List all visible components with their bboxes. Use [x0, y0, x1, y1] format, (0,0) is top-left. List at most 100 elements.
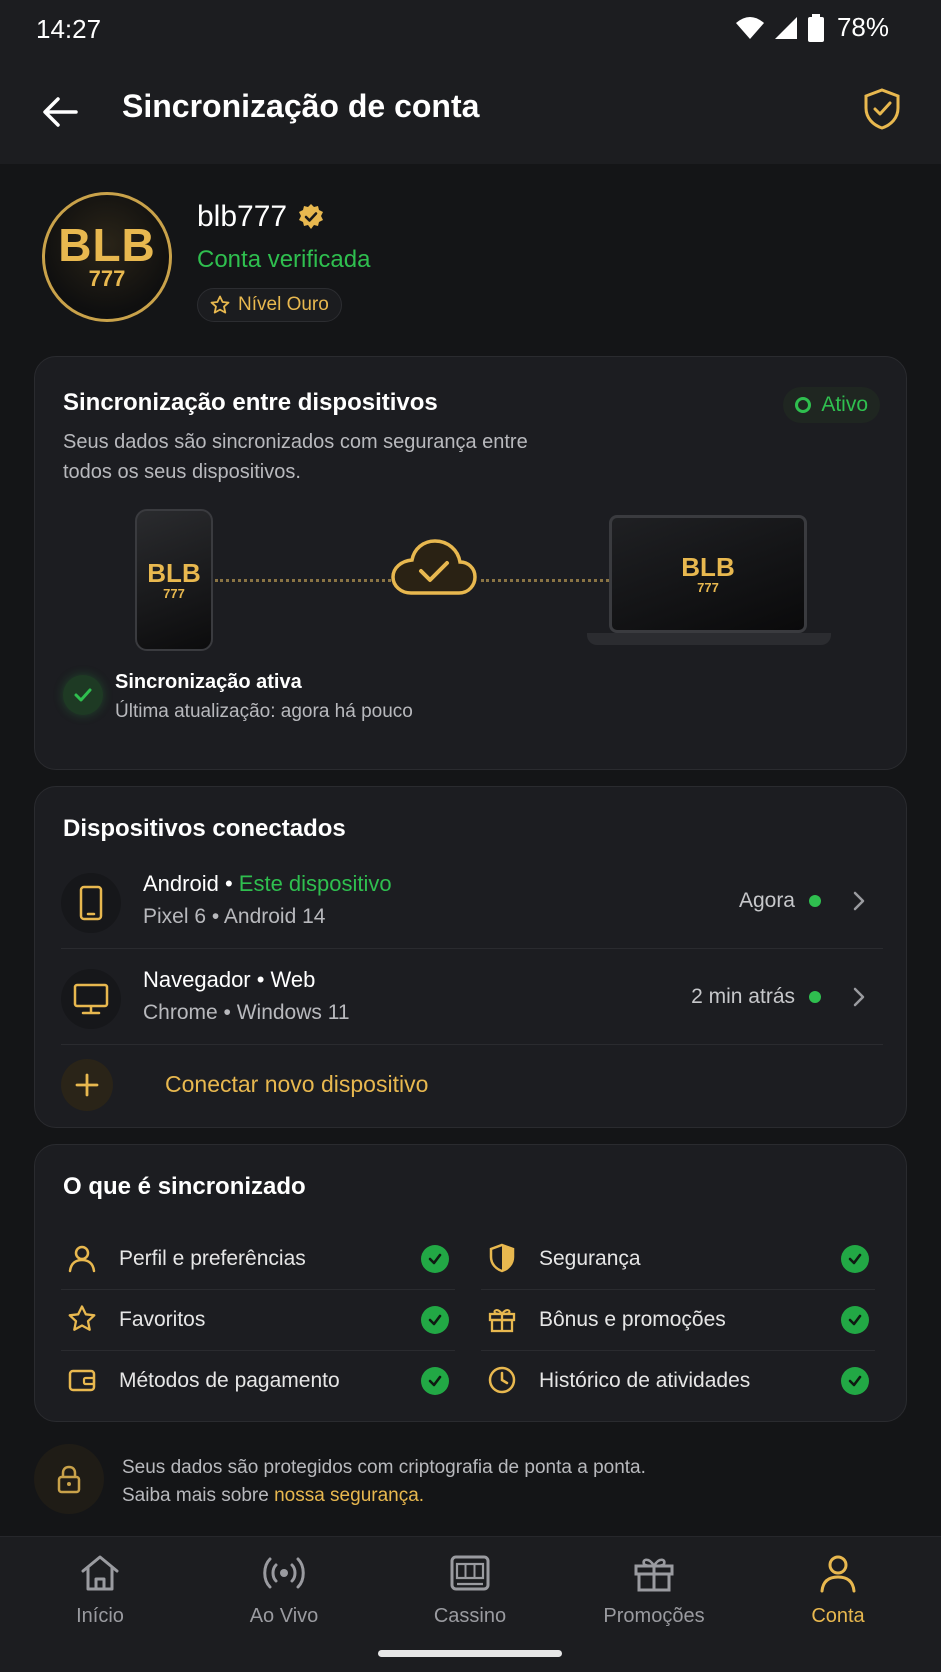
- laptop-logo-number: 777: [697, 579, 719, 595]
- device-row-web[interactable]: Navegador • Web Chrome • Windows 11 2 mi…: [61, 949, 883, 1045]
- check-icon: [421, 1367, 449, 1395]
- synced-items-card: O que é sincronizado Perfil e preferênci…: [34, 1144, 907, 1422]
- sync-status: Sincronização ativa Última atualização: …: [63, 669, 663, 729]
- connected-devices-card: Dispositivos conectados Android • Este d…: [34, 786, 907, 1128]
- connect-new-device-button[interactable]: Conectar novo dispositivo: [61, 1059, 661, 1113]
- device-last-seen-text: 2 min atrás: [691, 985, 795, 1008]
- plus-icon: [61, 1059, 113, 1111]
- live-broadcast-icon: [263, 1557, 305, 1589]
- user-icon: [65, 1241, 99, 1275]
- battery-icon: [807, 13, 824, 42]
- synced-item-label: Segurança: [539, 1247, 641, 1270]
- devices-card-title: Dispositivos conectados: [63, 815, 346, 842]
- phone-logo-number: 777: [163, 585, 185, 601]
- device-last-seen: 2 min atrás: [691, 985, 821, 1009]
- check-icon: [841, 1306, 869, 1334]
- device-row-android[interactable]: Android • Este dispositivo Pixel 6 • And…: [61, 853, 883, 949]
- device-last-seen: Agora: [739, 889, 821, 913]
- wallet-icon: [65, 1363, 99, 1397]
- check-icon: [421, 1306, 449, 1334]
- nav-item-account[interactable]: Conta: [758, 1551, 918, 1641]
- laptop-logo-text: BLB: [681, 551, 735, 582]
- sync-active-badge: Ativo: [783, 387, 880, 423]
- security-note-text: Seus dados são protegidos com criptograf…: [122, 1454, 646, 1510]
- nav-label: Início: [76, 1605, 124, 1627]
- star-icon: [210, 295, 230, 314]
- nav-label: Promoções: [603, 1605, 705, 1627]
- sync-card-title: Sincronização entre dispositivos: [63, 389, 438, 416]
- online-dot: [809, 991, 821, 1003]
- cellular-signal-icon: [774, 16, 797, 39]
- status-ring-icon: [795, 397, 812, 413]
- gift-icon: [634, 1558, 674, 1592]
- back-button[interactable]: [36, 88, 84, 136]
- slot-machine-icon: [450, 1555, 490, 1591]
- synced-item-security: Segurança: [481, 1229, 875, 1290]
- status-time: 14:27: [36, 14, 102, 44]
- check-circle-icon: [63, 675, 103, 715]
- app-bar: Sincronização de conta: [0, 58, 941, 164]
- gift-icon: [485, 1302, 519, 1336]
- sync-active-label: Ativo: [821, 393, 868, 416]
- star-icon: [65, 1302, 99, 1336]
- synced-item-payment: Métodos de pagamento: [61, 1351, 455, 1412]
- synced-item-favorites: Favoritos: [61, 1290, 455, 1351]
- sync-status-updated: Última atualização: agora há pouco: [115, 701, 413, 722]
- monitor-icon: [61, 969, 121, 1029]
- lock-icon: [34, 1444, 104, 1514]
- synced-item-label: Histórico de atividades: [539, 1369, 751, 1392]
- device-last-seen-text: Agora: [738, 889, 795, 912]
- this-device-tag: Este dispositivo: [238, 871, 392, 896]
- synced-item-label: Bônus e promoções: [539, 1308, 726, 1331]
- avatar-logo-text: BLB: [58, 219, 156, 271]
- nav-label: Conta: [811, 1605, 865, 1627]
- synced-item-history: Histórico de atividades: [481, 1351, 875, 1412]
- security-shield-button[interactable]: [857, 84, 907, 134]
- security-learn-more-link[interactable]: nossa segurança.: [274, 1485, 424, 1506]
- nav-item-casino[interactable]: Cassino: [390, 1551, 550, 1641]
- verified-badge-icon: [299, 204, 324, 229]
- synced-item-label: Perfil e preferências: [119, 1247, 306, 1270]
- level-badge: Nível Ouro: [197, 288, 342, 322]
- nav-label: Ao Vivo: [249, 1605, 319, 1627]
- clock-icon: [485, 1363, 519, 1397]
- verified-status: Conta verificada: [197, 246, 371, 273]
- sync-connector-right: [481, 579, 609, 582]
- wifi-icon: [735, 16, 764, 39]
- synced-item-label: Favoritos: [119, 1308, 206, 1331]
- home-indicator[interactable]: [378, 1650, 562, 1657]
- check-icon: [421, 1245, 449, 1273]
- phone-logo-text: BLB: [147, 557, 201, 588]
- synced-list-right: Segurança Bônus e promoções Histórico de…: [481, 1229, 875, 1412]
- security-note-line1: Seus dados são protegidos com criptograf…: [122, 1457, 646, 1478]
- status-bar: 14:27 78%: [0, 0, 941, 58]
- nav-item-live[interactable]: Ao Vivo: [204, 1551, 364, 1641]
- level-label: Nível Ouro: [238, 294, 329, 315]
- synced-item-bonus: Bônus e promoções: [481, 1290, 875, 1351]
- device-details: Pixel 6 • Android 14: [143, 905, 326, 928]
- sync-card: Sincronização entre dispositivos Seus da…: [34, 356, 907, 770]
- page-title: Sincronização de conta: [122, 88, 480, 124]
- nav-label: Cassino: [433, 1605, 507, 1627]
- shield-icon: [485, 1241, 519, 1275]
- synced-item-profile: Perfil e preferências: [61, 1229, 455, 1290]
- avatar-logo-number: 777: [88, 266, 126, 291]
- device-details: Chrome • Windows 11: [143, 1001, 350, 1024]
- laptop-illustration: BLB 777: [609, 515, 807, 633]
- nav-item-promotions[interactable]: Promoções: [574, 1551, 734, 1641]
- sync-status-title: Sincronização ativa: [115, 671, 302, 693]
- synced-card-title: O que é sincronizado: [63, 1173, 306, 1200]
- cloud-check-icon: [391, 539, 477, 595]
- status-icons: 78%: [735, 12, 889, 43]
- check-icon: [841, 1367, 869, 1395]
- synced-item-label: Métodos de pagamento: [119, 1369, 340, 1392]
- synced-list-left: Perfil e preferências Favoritos Métodos …: [61, 1229, 455, 1412]
- smartphone-icon: [61, 873, 121, 933]
- device-name: Android • Este dispositivo: [143, 871, 392, 896]
- check-icon: [841, 1245, 869, 1273]
- nav-item-home[interactable]: Início: [20, 1551, 180, 1641]
- device-name-text: Android: [143, 871, 219, 896]
- user-icon: [820, 1555, 856, 1593]
- shield-check-icon: [864, 88, 900, 130]
- battery-percent: 78%: [836, 12, 889, 42]
